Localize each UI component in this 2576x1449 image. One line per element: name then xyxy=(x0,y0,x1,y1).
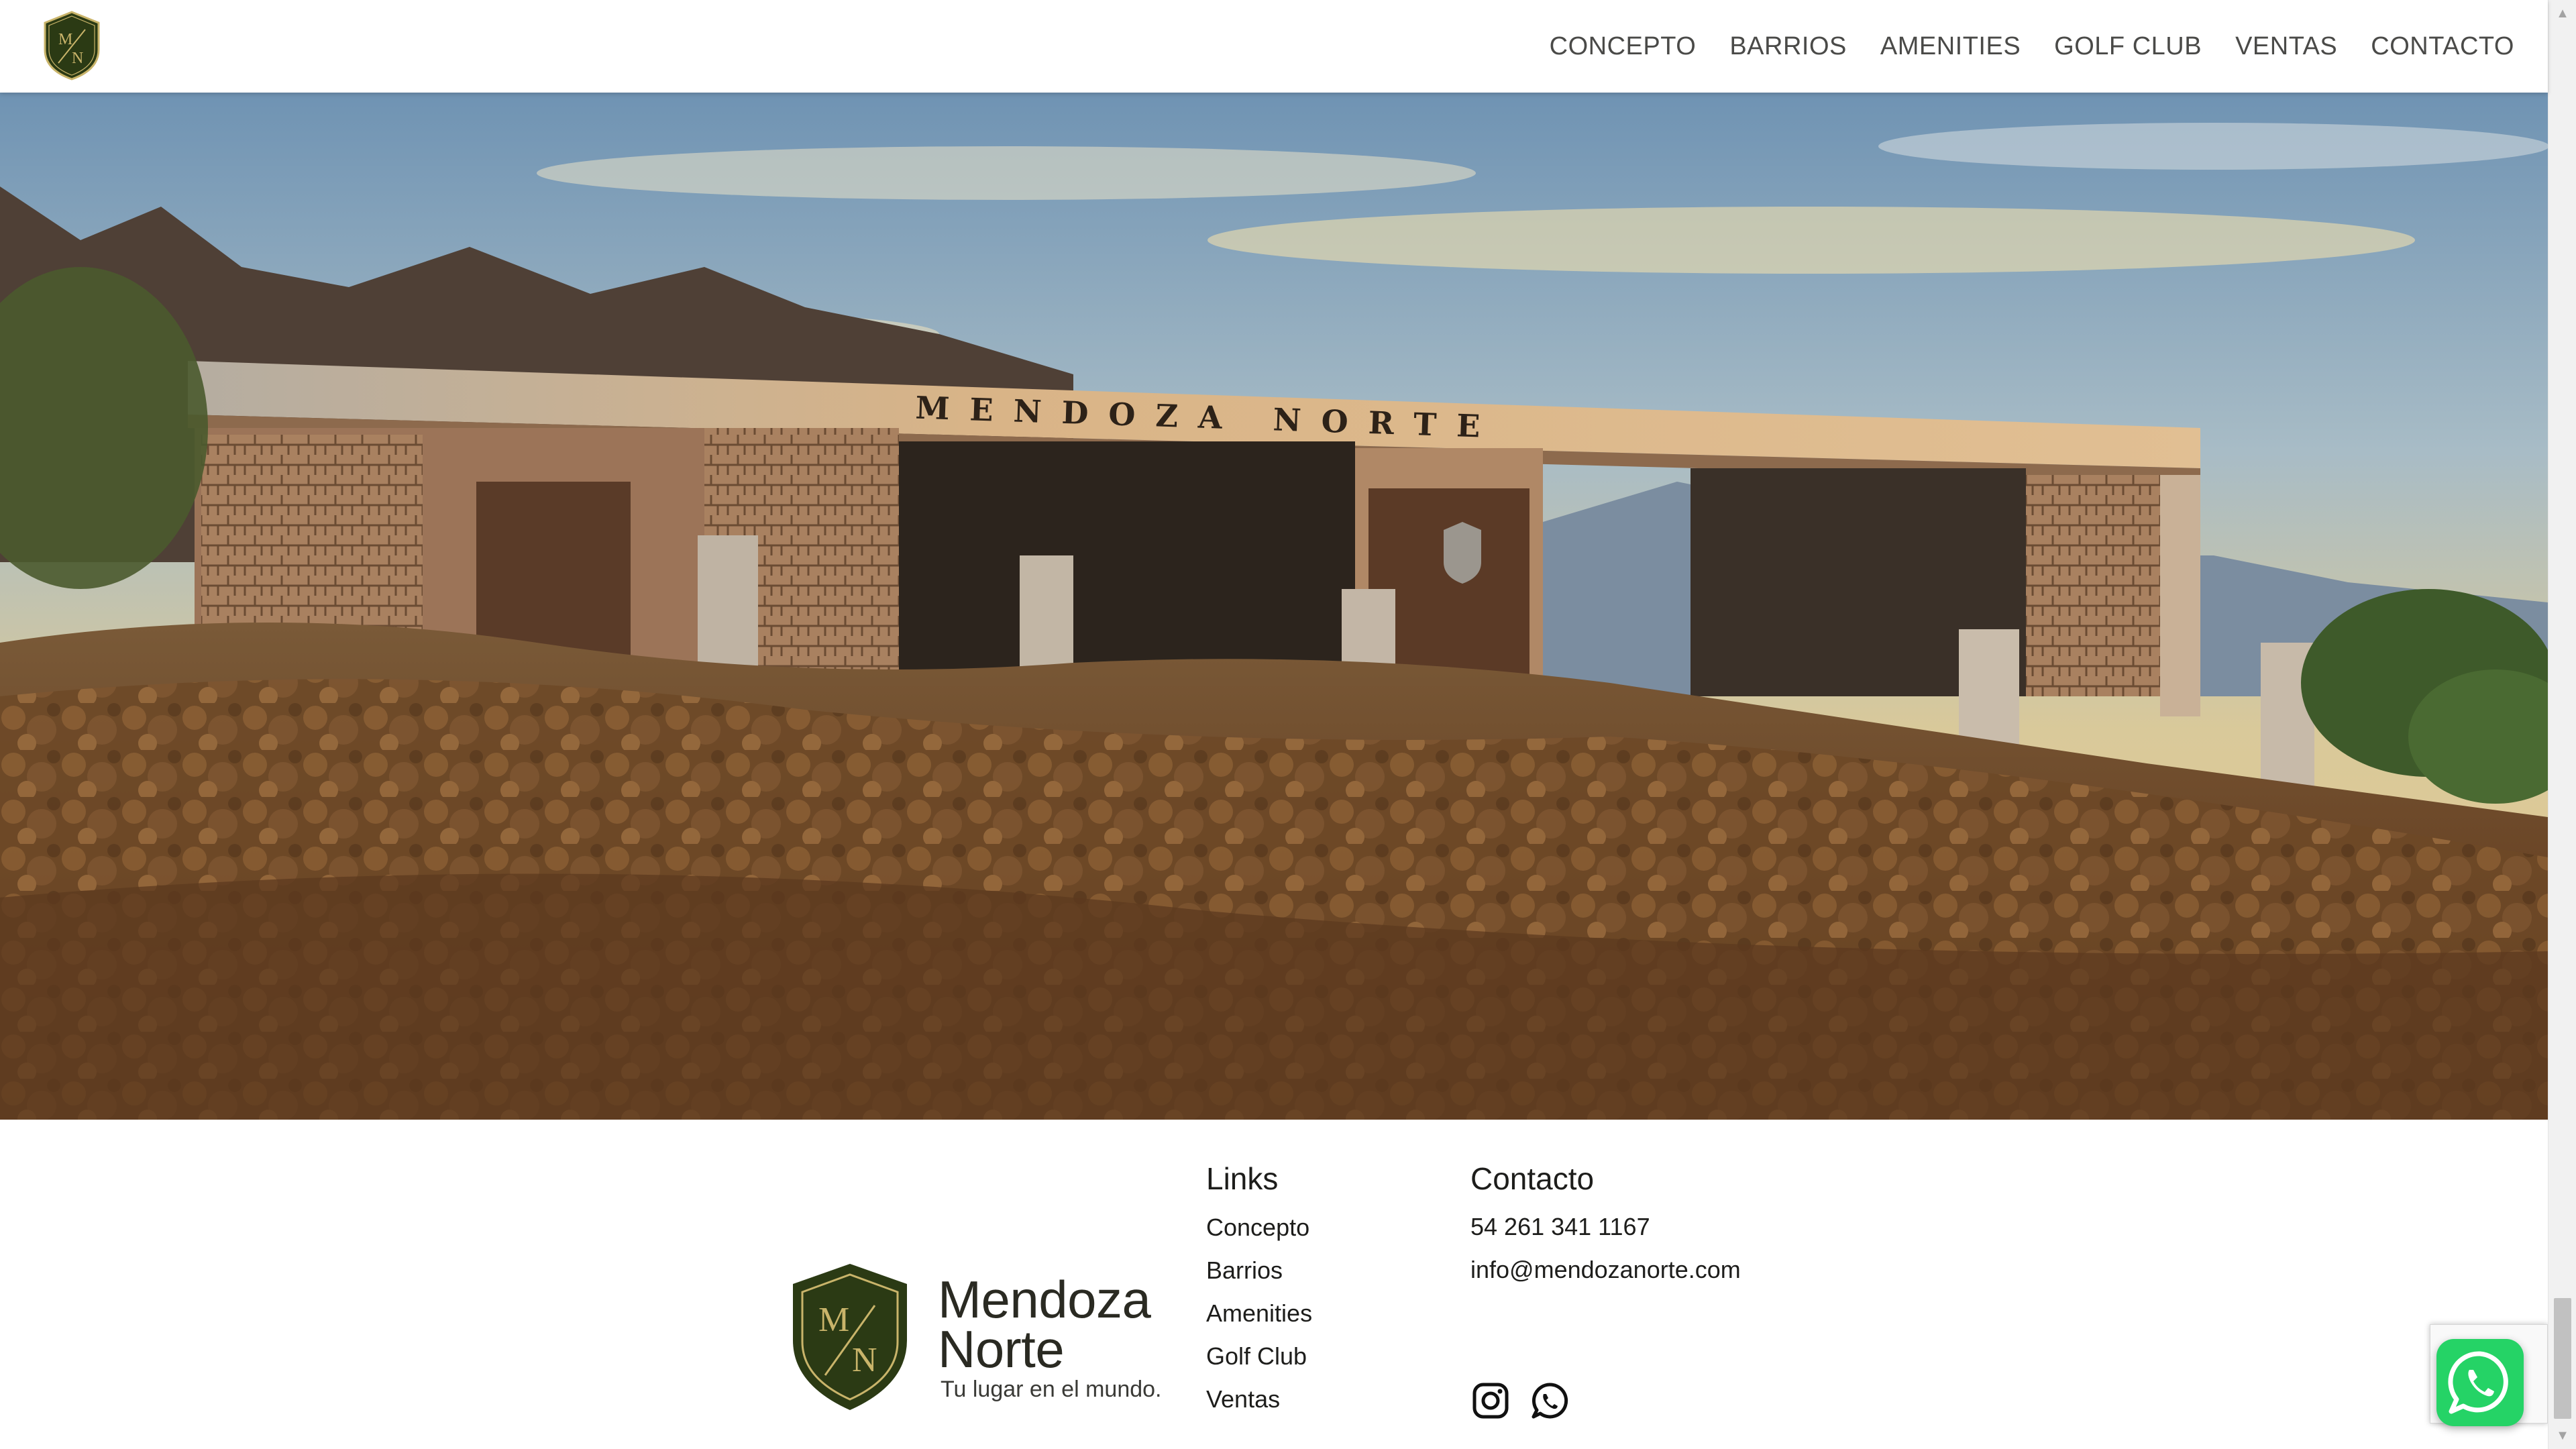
nav-amenities[interactable]: AMENITIES xyxy=(1880,32,2021,61)
brand-tagline: Tu lugar en el mundo. xyxy=(941,1377,1162,1402)
whatsapp-float-icon xyxy=(2448,1351,2508,1414)
page-scrollbar[interactable]: ▲ ▼ xyxy=(2548,0,2576,1449)
whatsapp-icon[interactable] xyxy=(1531,1382,1568,1419)
footer-link-barrios[interactable]: Barrios xyxy=(1206,1256,1312,1299)
scroll-up-icon[interactable]: ▲ xyxy=(2548,0,2576,27)
header-logo[interactable]: M N xyxy=(41,9,103,82)
nav-contacto[interactable]: CONTACTO xyxy=(2371,32,2514,61)
brand-name-line2: Norte xyxy=(938,1320,1065,1379)
footer-brand[interactable]: M N Mendoza Norte Tu lugar en el mundo. xyxy=(789,1261,1165,1415)
whatsapp-float-button[interactable] xyxy=(2436,1339,2524,1426)
entrance-gate-photo: MENDOZA NORTE xyxy=(0,93,2548,1120)
brand-name-line1: Mendoza xyxy=(938,1270,1151,1329)
footer-link-golf-club[interactable]: Golf Club xyxy=(1206,1342,1312,1385)
links-title: Links xyxy=(1206,1161,1279,1196)
nav-concepto[interactable]: CONCEPTO xyxy=(1550,32,1697,61)
nav-ventas[interactable]: VENTAS xyxy=(2235,32,2337,61)
footer-links: Concepto Barrios Amenities Golf Club Ven… xyxy=(1206,1213,1312,1428)
instagram-icon[interactable] xyxy=(1472,1382,1509,1419)
footer-logo-letter-n: N xyxy=(852,1341,877,1379)
footer-logo-letter-m: M xyxy=(818,1301,849,1339)
hero-image: MENDOZA NORTE xyxy=(0,93,2548,1120)
scroll-down-icon[interactable]: ▼ xyxy=(2548,1422,2576,1449)
footer-link-ventas[interactable]: Ventas xyxy=(1206,1385,1312,1428)
logo-letter-n: N xyxy=(72,50,83,67)
brand-name: Mendoza Norte xyxy=(938,1270,1151,1379)
main-nav: CONCEPTO BARRIOS AMENITIES GOLF CLUB VEN… xyxy=(1550,0,2514,93)
contact-email[interactable]: info@mendozanorte.com xyxy=(1470,1256,1741,1284)
nav-barrios[interactable]: BARRIOS xyxy=(1729,32,1847,61)
site-header: M N CONCEPTO BARRIOS AMENITIES GOLF CLUB… xyxy=(0,0,2548,93)
footer-link-concepto[interactable]: Concepto xyxy=(1206,1213,1312,1256)
contact-phone[interactable]: 54 261 341 1167 xyxy=(1470,1213,1650,1241)
scroll-thumb[interactable] xyxy=(2554,1298,2571,1419)
nav-golf-club[interactable]: GOLF CLUB xyxy=(2054,32,2202,61)
footer-link-amenities[interactable]: Amenities xyxy=(1206,1299,1312,1342)
footer-shield-logo-icon: M N xyxy=(793,1264,907,1410)
shield-logo-icon: M N xyxy=(44,11,100,80)
contact-title: Contacto xyxy=(1470,1161,1595,1196)
logo-letter-m: M xyxy=(58,31,72,48)
